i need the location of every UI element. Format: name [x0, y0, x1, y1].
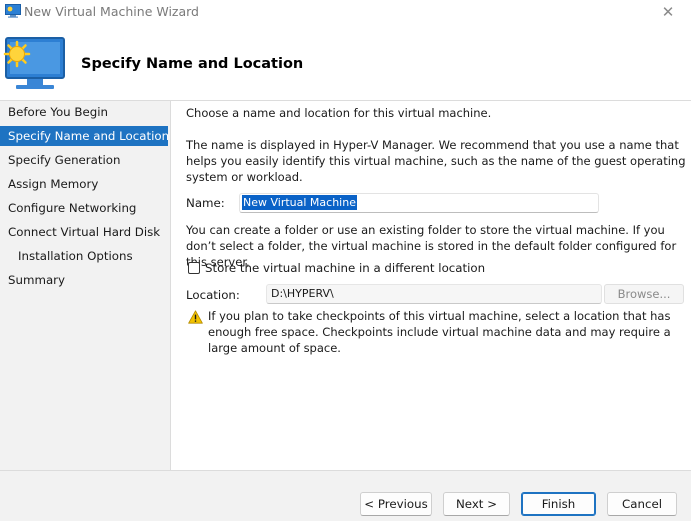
page-title: Specify Name and Location: [81, 56, 304, 72]
step-connect-virtual-hard-disk[interactable]: Connect Virtual Hard Disk: [0, 222, 168, 242]
wizard-header: Specify Name and Location: [0, 24, 691, 101]
step-specify-generation[interactable]: Specify Generation: [0, 150, 168, 170]
cancel-button[interactable]: Cancel: [607, 492, 677, 516]
close-icon: ✕: [661, 3, 675, 21]
step-assign-memory[interactable]: Assign Memory: [0, 174, 168, 194]
wizard-steps-sidebar: Before You Begin Specify Name and Locati…: [0, 101, 170, 470]
step-before-you-begin[interactable]: Before You Begin: [0, 102, 168, 122]
name-label: Name:: [186, 196, 225, 210]
step-installation-options[interactable]: Installation Options: [0, 246, 168, 266]
virtual-machine-icon: [3, 37, 65, 89]
intro-text: Choose a name and location for this virt…: [186, 106, 492, 120]
window-title: New Virtual Machine Wizard: [24, 4, 199, 19]
step-summary[interactable]: Summary: [0, 270, 168, 290]
step-configure-networking[interactable]: Configure Networking: [0, 198, 168, 218]
browse-button[interactable]: Browse...: [604, 284, 684, 304]
location-label: Location:: [186, 288, 240, 302]
hyperv-app-icon: [5, 4, 21, 18]
description-text: The name is displayed in Hyper-V Manager…: [186, 138, 686, 184]
name-input[interactable]: New Virtual Machine: [239, 193, 599, 213]
title-bar: New Virtual Machine Wizard ✕: [0, 0, 691, 24]
warning-icon: [188, 310, 203, 324]
different-location-checkbox[interactable]: [188, 262, 200, 274]
step-specify-name-and-location[interactable]: Specify Name and Location: [0, 126, 169, 146]
previous-button[interactable]: < Previous: [360, 492, 432, 516]
sidebar-divider: [170, 101, 171, 470]
location-input-value: D:\HYPERV\: [271, 287, 334, 300]
close-button[interactable]: ✕: [645, 0, 691, 24]
wizard-footer: < Previous Next > Finish Cancel: [0, 470, 691, 521]
finish-button[interactable]: Finish: [521, 492, 596, 516]
location-input[interactable]: D:\HYPERV\: [266, 284, 602, 304]
next-button[interactable]: Next >: [443, 492, 510, 516]
name-input-value: New Virtual Machine: [242, 195, 357, 210]
checkpoint-warning-text: If you plan to take checkpoints of this …: [208, 309, 671, 355]
different-location-checkbox-label[interactable]: Store the virtual machine in a different…: [205, 261, 485, 275]
